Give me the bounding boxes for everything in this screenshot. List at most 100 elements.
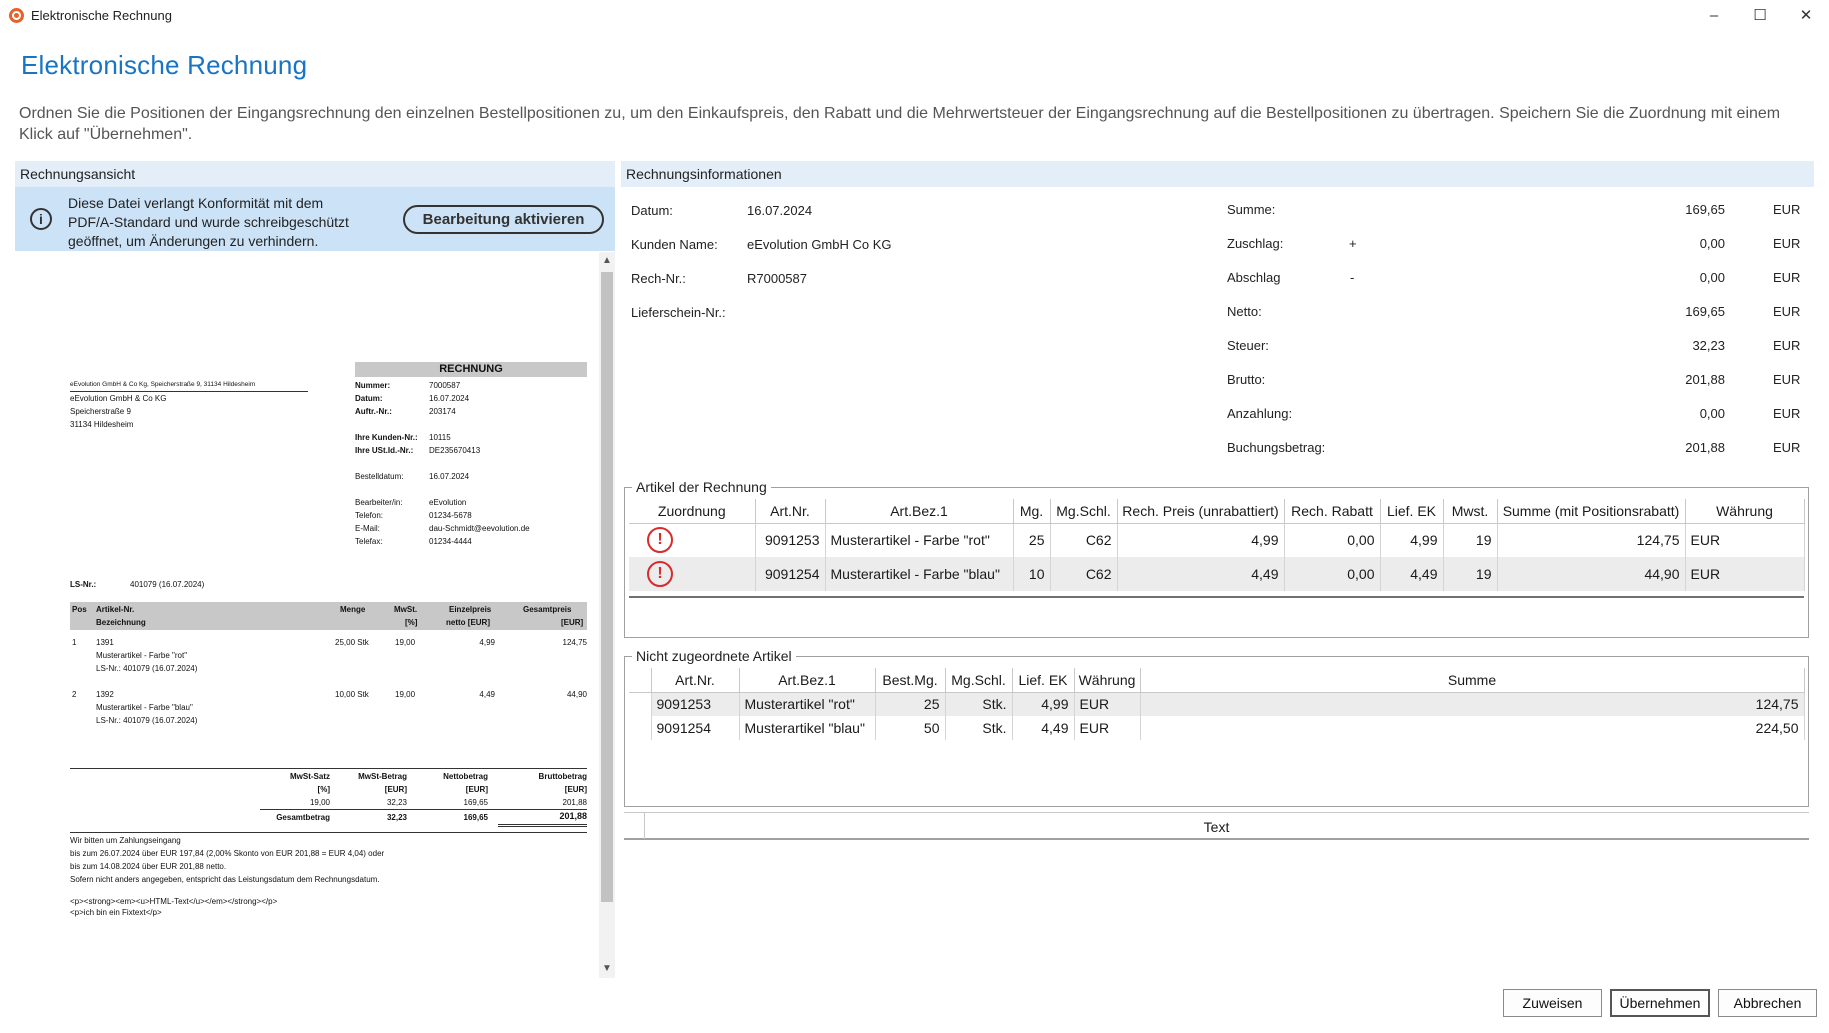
- table-row[interactable]: 9091254 Musterartikel "blau" 50 Stk. 4,4…: [629, 716, 1805, 740]
- app-logo-icon: [9, 8, 24, 23]
- cell-waehrung: EUR: [1074, 716, 1141, 740]
- scroll-down-icon[interactable]: ▼: [599, 960, 615, 978]
- scroll-up-icon[interactable]: ▲: [599, 252, 615, 270]
- discount-sign: -: [1350, 270, 1355, 285]
- cancel-button[interactable]: Abbrechen: [1718, 989, 1817, 1017]
- table-row[interactable]: ! 9091253 Musterartikel - Farbe "rot" 25…: [629, 523, 1805, 557]
- pdf-item-bez: Musterartikel - Farbe "blau": [96, 703, 193, 712]
- enable-editing-button[interactable]: Bearbeitung aktivieren: [403, 205, 604, 234]
- cell-waehrung: EUR: [1074, 692, 1141, 716]
- column-header[interactable]: Best.Mg.: [875, 668, 946, 693]
- cell-mg: 50: [875, 716, 946, 740]
- pdf-meta-value: dau-Schmidt@eevolution.de: [429, 524, 530, 533]
- column-header[interactable]: Mwst.: [1443, 499, 1498, 524]
- cell-mwst: 19: [1443, 557, 1498, 591]
- column-header[interactable]: Lief. EK: [1012, 668, 1075, 693]
- column-header[interactable]: Währung: [1074, 668, 1141, 693]
- apply-button[interactable]: Übernehmen: [1610, 989, 1710, 1017]
- row-selector[interactable]: [629, 692, 652, 716]
- window-title: Elektronische Rechnung: [31, 8, 172, 23]
- pdf-tax-col: MwSt-Satz: [290, 772, 330, 781]
- pdf-divider: [498, 826, 587, 827]
- sum-label: Summe:: [1227, 202, 1276, 217]
- pdf-meta-value: 7000587: [429, 381, 461, 390]
- discount-label: Abschlag: [1227, 270, 1281, 285]
- column-header[interactable]: Mg.: [1013, 499, 1051, 524]
- pdf-footer-line: bis zum 26.07.2024 über EUR 197,84 (2,00…: [70, 849, 385, 858]
- table-row[interactable]: 9091253 Musterartikel "rot" 25 Stk. 4,99…: [629, 692, 1805, 716]
- page-title: Elektronische Rechnung: [21, 50, 308, 80]
- pdf-col-menge: Menge: [340, 605, 366, 614]
- pdf-meta-value: eEvolution: [429, 498, 467, 507]
- cell-mg: 25: [875, 692, 946, 716]
- page-description: Ordnen Sie die Positionen der Eingangsre…: [19, 105, 1781, 143]
- minimize-button[interactable]: –: [1691, 0, 1737, 30]
- column-header[interactable]: Summe: [1140, 668, 1805, 693]
- pdf-item-ls: LS-Nr.: 401079 (16.07.2024): [96, 716, 198, 725]
- pdf-col-mwst-unit: [%]: [405, 618, 418, 627]
- pdf-meta-value: 01234-5678: [429, 511, 472, 520]
- cell-ek: 4,99: [1380, 523, 1444, 557]
- pdf-footer-line: bis zum 14.08.2024 über EUR 201,88 netto…: [70, 862, 227, 871]
- cell-rabatt: 0,00: [1284, 557, 1381, 591]
- column-header[interactable]: Summe (mit Positionsrabatt): [1497, 499, 1686, 524]
- pdf-tax-col: Nettobetrag: [443, 772, 488, 781]
- booking-amount-value: 201,88: [1685, 440, 1725, 455]
- tax-label: Steuer:: [1227, 338, 1269, 353]
- gross-currency: EUR: [1773, 372, 1801, 387]
- column-header[interactable]: Mg.Schl.: [1050, 499, 1118, 524]
- pdf-meta-value: 01234-4444: [429, 537, 472, 546]
- text-header-label: Text: [1203, 819, 1230, 835]
- pdf-divider: [70, 832, 587, 833]
- column-header[interactable]: Lief. EK: [1380, 499, 1444, 524]
- scrollbar-thumb[interactable]: [601, 272, 613, 902]
- pdf-meta-label: Telefax:: [355, 537, 383, 546]
- warning-icon[interactable]: !: [647, 527, 673, 554]
- cell-waehrung: EUR: [1685, 557, 1805, 591]
- preview-scrollbar[interactable]: ▲ ▼: [599, 252, 615, 978]
- pdf-col-artnr: Artikel-Nr.: [96, 605, 135, 614]
- cell-summe: 44,90: [1497, 557, 1686, 591]
- pdf-tax-value: 201,88: [562, 798, 587, 807]
- pdf-col-ep-unit: netto [EUR]: [446, 618, 490, 627]
- pdf-col-pos: Pos: [72, 605, 87, 614]
- cell-schl: C62: [1050, 557, 1118, 591]
- pdf-item-bez: Musterartikel - Farbe "rot": [96, 651, 188, 660]
- cell-bez: Musterartikel "rot": [739, 692, 876, 716]
- assignment-cell[interactable]: !: [629, 557, 756, 591]
- column-header[interactable]: Art.Bez.1: [825, 499, 1014, 524]
- deposit-currency: EUR: [1773, 406, 1801, 421]
- column-header[interactable]: Art.Nr.: [651, 668, 740, 693]
- invoice-view-header: Rechnungsansicht: [15, 161, 615, 187]
- pdf-item-pos: 2: [72, 690, 77, 699]
- pdf-tax-col-unit: [EUR]: [384, 785, 407, 794]
- title-bar: Elektronische Rechnung – ☐ ✕: [0, 0, 1829, 30]
- table-row[interactable]: ! 9091254 Musterartikel - Farbe "blau" 1…: [629, 557, 1805, 591]
- close-button[interactable]: ✕: [1783, 0, 1829, 30]
- invoice-pdf-preview: eEvolution GmbH & Co Kg, Speicherstraße …: [15, 252, 597, 978]
- maximize-button[interactable]: ☐: [1737, 0, 1783, 30]
- date-label: Datum:: [631, 203, 673, 218]
- pdf-tax-col: Bruttobetrag: [538, 772, 587, 781]
- pdf-total-value: 169,65: [463, 813, 488, 822]
- cell-ek: 4,99: [1012, 692, 1075, 716]
- column-header[interactable]: Zuordnung: [629, 499, 756, 524]
- pdf-table-header-band: [70, 602, 587, 630]
- column-header[interactable]: Rech. Rabatt: [1284, 499, 1381, 524]
- cell-summe: 224,50: [1140, 716, 1805, 740]
- column-header[interactable]: Art.Nr.: [755, 499, 826, 524]
- pdf-meta-label: Telefon:: [355, 511, 384, 520]
- warning-icon[interactable]: !: [647, 561, 673, 587]
- row-selector[interactable]: [629, 716, 652, 740]
- assignment-cell[interactable]: !: [629, 523, 756, 557]
- table-header-row: Art.Nr. Art.Bez.1 Best.Mg. Mg.Schl. Lief…: [629, 668, 1805, 693]
- assign-button[interactable]: Zuweisen: [1503, 989, 1602, 1017]
- table-header-row: Zuordnung Art.Nr. Art.Bez.1 Mg. Mg.Schl.…: [629, 499, 1805, 524]
- column-header[interactable]: Rech. Preis (unrabattiert): [1117, 499, 1285, 524]
- column-header[interactable]: Mg.Schl.: [945, 668, 1013, 693]
- discount-value: 0,00: [1699, 270, 1725, 285]
- column-header[interactable]: Währung: [1685, 499, 1805, 524]
- sum-value: 169,65: [1685, 202, 1725, 217]
- pdf-doc-title: RECHNUNG: [439, 363, 503, 375]
- column-header[interactable]: Art.Bez.1: [739, 668, 876, 693]
